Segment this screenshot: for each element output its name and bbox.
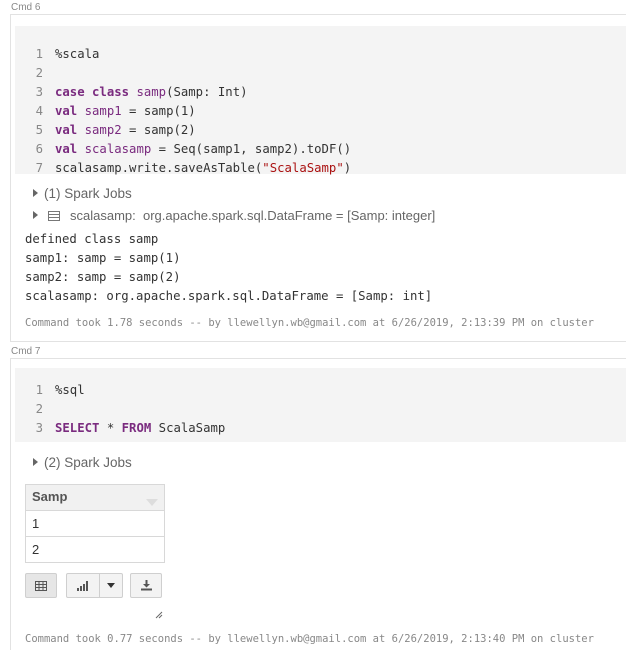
code-token: val: [55, 123, 85, 137]
cell-cmd-7[interactable]: 1 %sql 2 3 SELECT * FROM ScalaSamp (2) Spark…: [10, 358, 626, 650]
code-token: (Samp: Int): [166, 85, 248, 99]
code-token: = samp(1): [121, 104, 196, 118]
expand-triangle-icon: [33, 211, 38, 219]
line-number: 3: [35, 421, 43, 435]
code-token: samp: [136, 85, 167, 99]
line-number: 5: [35, 123, 43, 137]
line-number: 2: [35, 66, 43, 80]
code-token: scalasamp: [84, 142, 152, 156]
sort-icon[interactable]: [146, 499, 158, 506]
output-line: defined class samp: [25, 232, 159, 246]
table-view-button[interactable]: [25, 573, 57, 598]
table-row: 1: [25, 510, 165, 537]
spark-jobs-toggle[interactable]: (2) Spark Jobs: [33, 455, 132, 470]
dataframe-schema-toggle[interactable]: scalasamp: org.apache.spark.sql.DataFram…: [33, 208, 435, 223]
expand-triangle-icon: [33, 458, 38, 466]
line-number: 3: [35, 85, 43, 99]
dataframe-table-icon: [48, 211, 60, 221]
code-line[interactable]: 1 %scala: [15, 45, 100, 64]
output-line: samp1: samp = samp(1): [25, 251, 181, 265]
table-icon: [35, 580, 47, 591]
code-line[interactable]: 4 val samp1 = samp(1): [15, 102, 196, 121]
code-line[interactable]: 7 scalasamp.write.saveAsTable("ScalaSamp"…: [15, 159, 352, 178]
code-token: ScalaSamp: [151, 421, 226, 435]
table-cell: 2: [25, 536, 165, 563]
result-table: Samp 1 2: [25, 484, 165, 563]
line-number: 1: [35, 47, 43, 61]
spark-jobs-label: (1) Spark Jobs: [44, 186, 132, 201]
cmd-6-label: Cmd 6: [11, 2, 41, 13]
cmd-7-label: Cmd 7: [11, 346, 41, 357]
code-line[interactable]: 1 %sql: [15, 381, 85, 400]
code-line[interactable]: 2: [15, 64, 55, 83]
code-editor[interactable]: 1 %scala 2 3 case class samp(Samp: Int) 4 val …: [15, 26, 626, 175]
code-line[interactable]: 3 SELECT * FROM ScalaSamp: [15, 419, 226, 438]
code-token: samp2: [84, 123, 122, 137]
command-took-info: Command took 0.77 seconds -- by llewelly…: [25, 633, 594, 645]
line-number: 4: [35, 104, 43, 118]
code-token: val: [55, 104, 85, 118]
table-row: 2: [25, 536, 165, 563]
code-token: FROM: [121, 421, 152, 435]
spark-jobs-label: (2) Spark Jobs: [44, 455, 132, 470]
code-token: scalasamp.write.saveAsTable(: [55, 161, 263, 175]
code-token: = samp(2): [121, 123, 196, 137]
code-token: val: [55, 142, 85, 156]
command-took-info: Command took 1.78 seconds -- by llewelly…: [25, 317, 594, 329]
column-header-samp[interactable]: Samp: [25, 484, 165, 511]
code-line[interactable]: 5 val samp2 = samp(2): [15, 121, 196, 140]
bar-chart-icon: [77, 580, 88, 591]
caret-down-icon: [107, 583, 115, 588]
resize-handle-icon[interactable]: [155, 611, 163, 619]
code-token: = Seq(samp1, samp2).toDF(): [151, 142, 352, 156]
cell-cmd-6[interactable]: 1 %scala 2 3 case class samp(Samp: Int) 4 val …: [10, 14, 626, 342]
spark-jobs-toggle[interactable]: (1) Spark Jobs: [33, 186, 132, 201]
code-token: SELECT: [55, 421, 100, 435]
code-token: "ScalaSamp": [262, 161, 344, 175]
output-line: samp2: samp = samp(2): [25, 270, 181, 284]
expand-triangle-icon: [33, 189, 38, 197]
line-number: 6: [35, 142, 43, 156]
output-line: scalasamp: org.apache.spark.sql.DataFram…: [25, 289, 433, 303]
line-number: 7: [35, 161, 43, 175]
download-icon: [140, 580, 152, 591]
column-header-label: Samp: [32, 489, 68, 504]
chart-view-button[interactable]: [66, 573, 100, 598]
code-token: *: [99, 421, 122, 435]
code-line[interactable]: 6 val scalasamp = Seq(samp1, samp2).toDF(…: [15, 140, 352, 159]
code-line[interactable]: 2: [15, 400, 55, 419]
code-token: ): [343, 161, 352, 175]
table-cell: 1: [25, 510, 165, 537]
code-token: samp1: [84, 104, 122, 118]
dataframe-name: scalasamp:: [70, 208, 136, 223]
code-token: %scala: [55, 47, 100, 61]
download-button[interactable]: [130, 573, 162, 598]
dataframe-type: org.apache.spark.sql.DataFrame = [Samp: …: [142, 208, 436, 223]
code-editor[interactable]: 1 %sql 2 3 SELECT * FROM ScalaSamp: [15, 368, 626, 442]
code-line[interactable]: 3 case class samp(Samp: Int): [15, 83, 248, 102]
line-number: 2: [35, 402, 43, 416]
code-token: case class: [55, 85, 137, 99]
chart-type-dropdown[interactable]: [99, 573, 123, 598]
line-number: 1: [35, 383, 43, 397]
code-token: %sql: [55, 383, 85, 397]
